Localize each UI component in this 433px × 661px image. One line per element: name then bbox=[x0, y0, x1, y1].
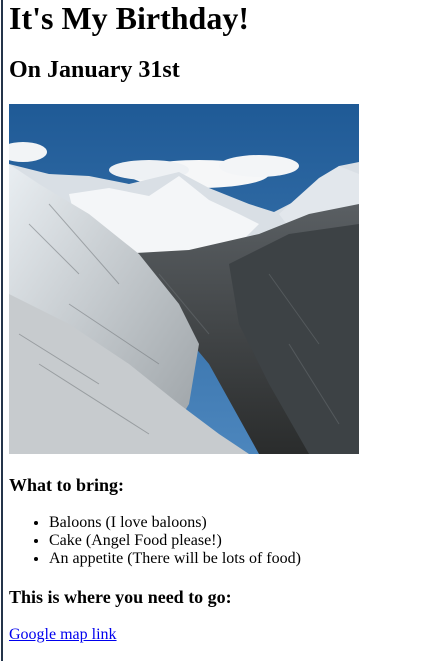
list-item: An appetite (There will be lots of food) bbox=[49, 550, 424, 568]
google-map-link[interactable]: Google map link bbox=[9, 626, 117, 643]
list-item: Baloons (I love baloons) bbox=[49, 514, 424, 532]
where-heading: This is where you need to go: bbox=[9, 587, 232, 607]
page-title: It's My Birthday! bbox=[9, 0, 249, 36]
list-item: Cake (Angel Food please!) bbox=[49, 532, 424, 550]
bring-heading: What to bring: bbox=[9, 475, 125, 495]
page-content: It's My Birthday! On January 31st What t… bbox=[9, 0, 424, 644]
link-row: Google map link bbox=[9, 626, 424, 644]
mountain-photo bbox=[9, 104, 359, 454]
page-subtitle: On January 31st bbox=[9, 57, 180, 83]
bring-list: Baloons (I love baloons) Cake (Angel Foo… bbox=[9, 514, 424, 568]
page-left-border bbox=[1, 0, 3, 661]
